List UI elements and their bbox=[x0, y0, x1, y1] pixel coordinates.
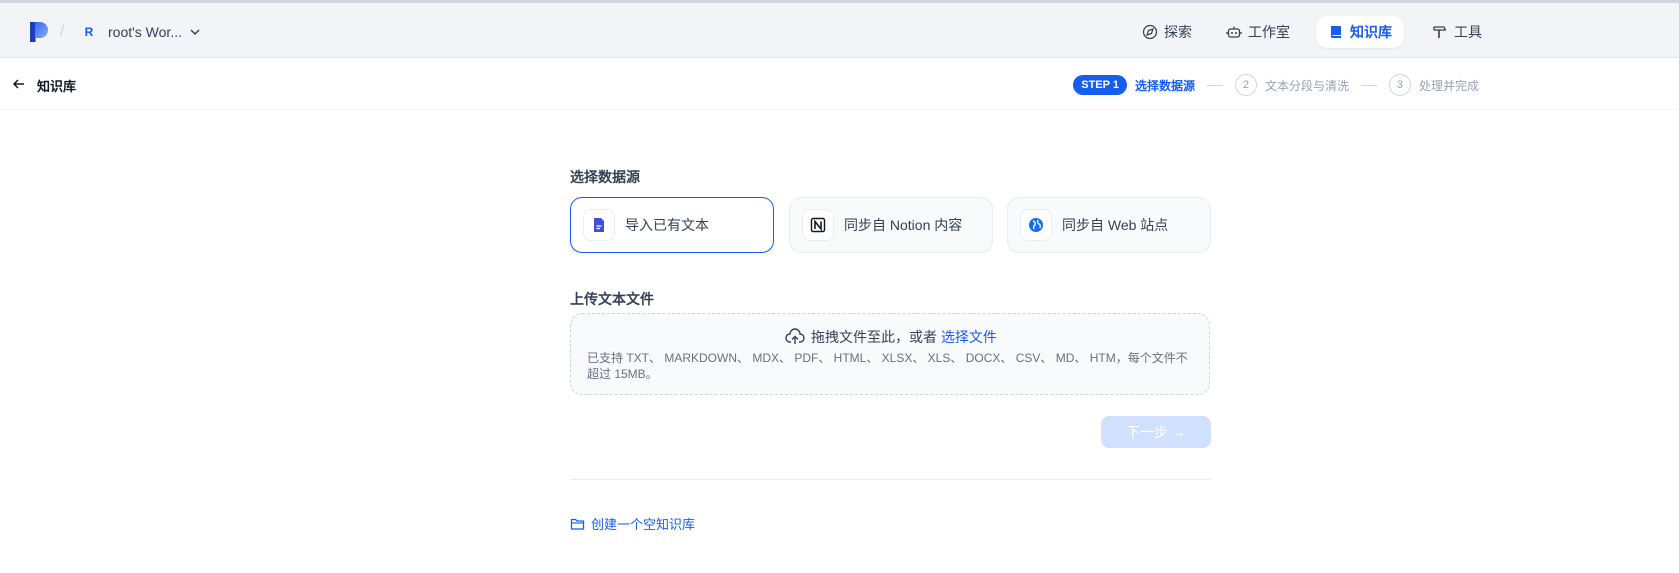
upload-section-title: 上传文本文件 bbox=[570, 291, 654, 307]
globe-icon bbox=[1029, 218, 1043, 232]
divider bbox=[570, 479, 1210, 480]
step-connector bbox=[1360, 84, 1377, 86]
step-indicator: STEP 1 选择数据源 2 文本分段与清洗 3 处理并完成 bbox=[1073, 74, 1479, 96]
step-2-label: 文本分段与清洗 bbox=[1264, 78, 1349, 93]
step-1-badge: STEP 1 bbox=[1073, 75, 1127, 95]
source-notion[interactable]: 同步自 Notion 内容 bbox=[789, 197, 993, 253]
source-web[interactable]: 同步自 Web 站点 bbox=[1007, 197, 1211, 253]
next-step-button[interactable]: 下一步 → bbox=[1101, 416, 1211, 448]
nav-explore-label: 探索 bbox=[1164, 24, 1192, 40]
step-1-label: 选择数据源 bbox=[1134, 78, 1195, 93]
create-empty-label: 创建一个空知识库 bbox=[591, 517, 696, 532]
source-import-text-label: 导入已有文本 bbox=[625, 217, 709, 233]
step-connector bbox=[1206, 84, 1223, 86]
source-notion-label: 同步自 Notion 内容 bbox=[844, 217, 963, 233]
chevron-down-icon[interactable] bbox=[190, 28, 200, 36]
nav-knowledge[interactable]: 知识库 bbox=[1316, 16, 1404, 48]
create-empty-knowledge-link[interactable]: 创建一个空知识库 bbox=[570, 514, 695, 533]
nav-studio-label: 工作室 bbox=[1248, 24, 1290, 40]
workspace-avatar[interactable]: R bbox=[80, 23, 98, 41]
hammer-icon bbox=[1433, 26, 1447, 38]
nav-explore[interactable]: 探索 bbox=[1130, 16, 1204, 48]
robot-icon bbox=[1226, 26, 1242, 38]
book-icon bbox=[1331, 26, 1341, 38]
breadcrumb-separator: / bbox=[60, 23, 65, 40]
arrow-left-icon[interactable] bbox=[12, 77, 26, 91]
source-section-title: 选择数据源 bbox=[570, 169, 640, 185]
file-dropzone[interactable]: 拖拽文件至此，或者 选择文件 已支持 TXT、 MARKDOWN、 MDX、 P… bbox=[570, 313, 1210, 395]
compass-icon bbox=[1142, 24, 1158, 40]
nav-tools-label: 工具 bbox=[1454, 24, 1482, 40]
back-to-knowledge[interactable]: 知识库 bbox=[37, 76, 76, 95]
notion-icon bbox=[810, 217, 826, 233]
drop-hint: 拖拽文件至此，或者 bbox=[811, 329, 938, 345]
top-navbar: / R root's Wor... 探索 工作室 知识库 工具 bbox=[0, 0, 1679, 58]
sub-header: 知识库 STEP 1 选择数据源 2 文本分段与清洗 3 处理并完成 bbox=[0, 58, 1679, 110]
supported-formats-tip: 已支持 TXT、 MARKDOWN、 MDX、 PDF、 HTML、 XLSX、… bbox=[587, 351, 1188, 381]
source-web-label: 同步自 Web 站点 bbox=[1062, 217, 1169, 233]
source-import-text[interactable]: 导入已有文本 bbox=[570, 197, 774, 253]
nav-knowledge-label: 知识库 bbox=[1350, 24, 1392, 40]
folder-icon bbox=[570, 518, 585, 530]
nav-tools[interactable]: 工具 bbox=[1420, 16, 1494, 48]
app-logo-icon[interactable] bbox=[28, 20, 50, 44]
file-text-icon bbox=[594, 218, 604, 232]
workspace-selector[interactable]: root's Wor... bbox=[108, 24, 182, 40]
cloud-upload-icon bbox=[785, 328, 805, 344]
step-3-number: 3 bbox=[1388, 74, 1411, 96]
step-2-number: 2 bbox=[1234, 74, 1257, 96]
step-3-label: 处理并完成 bbox=[1418, 78, 1479, 93]
nav-studio[interactable]: 工作室 bbox=[1214, 16, 1302, 48]
select-file-link[interactable]: 选择文件 bbox=[941, 329, 997, 345]
